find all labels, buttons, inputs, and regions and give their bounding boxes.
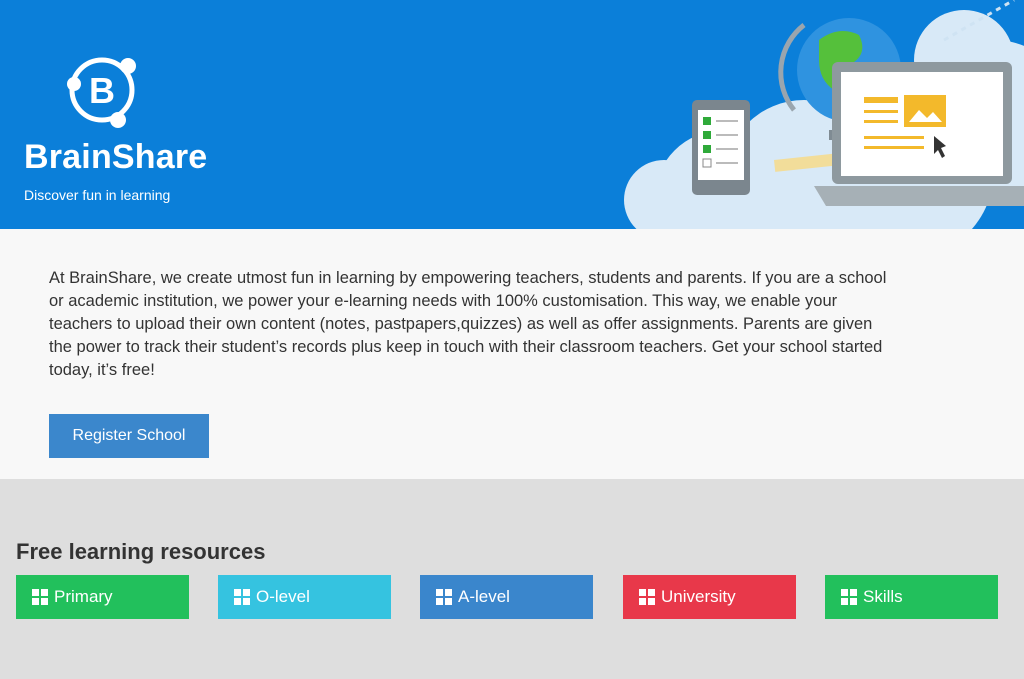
brand-logo[interactable]: B BrainShare (24, 48, 214, 177)
category-label: Primary (54, 587, 113, 606)
category-olevel-button[interactable]: O-level (218, 575, 391, 619)
category-university-button[interactable]: University (623, 575, 796, 619)
category-skills-button[interactable]: Skills (825, 575, 998, 619)
category-primary-button[interactable]: Primary (16, 575, 189, 619)
intro-section: At BrainShare, we create utmost fun in l… (0, 229, 1024, 479)
grid-icon (436, 589, 452, 605)
tagline: Discover fun in learning (24, 187, 171, 203)
category-label: Skills (863, 587, 903, 606)
resources-title: Free learning resources (16, 539, 266, 564)
category-label: O-level (256, 587, 310, 606)
grid-icon (841, 589, 857, 605)
category-label: University (661, 587, 736, 606)
svg-text:B: B (89, 70, 115, 111)
brand-name: BrainShare (24, 138, 208, 176)
grid-icon (639, 589, 655, 605)
category-alevel-button[interactable]: A-level (420, 575, 593, 619)
hero-banner: B BrainShare Discover fun in learning (0, 0, 1024, 229)
register-school-button[interactable]: Register School (49, 414, 209, 458)
category-label: A-level (458, 587, 510, 606)
brainshare-logo-icon: B (67, 57, 136, 128)
grid-icon (234, 589, 250, 605)
intro-text: At BrainShare, we create utmost fun in l… (49, 269, 887, 379)
tablet-icon (692, 100, 750, 195)
resources-section: Free learning resources Primary O-level … (0, 479, 1024, 679)
elearning-illustration (624, 0, 1024, 229)
grid-icon (32, 589, 48, 605)
